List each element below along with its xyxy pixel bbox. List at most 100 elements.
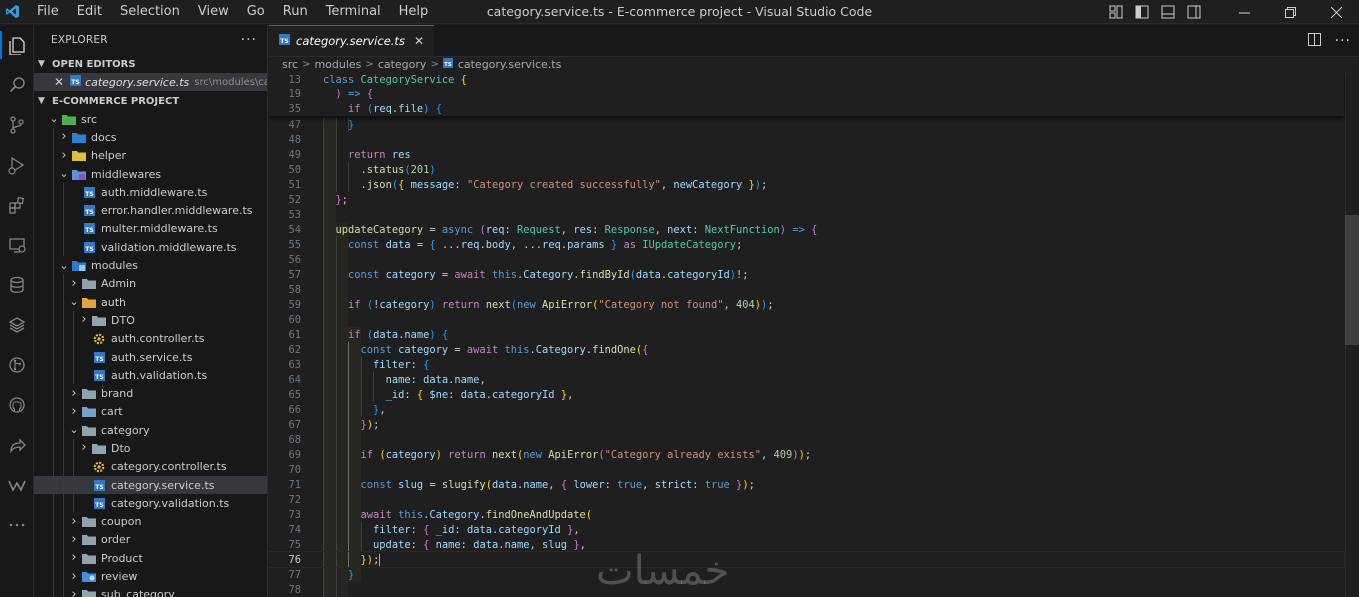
folder-coupon[interactable]: › coupon bbox=[34, 512, 267, 531]
code-editor[interactable]: 13 class CategoryService {19 ) => {35 if … bbox=[269, 72, 1359, 597]
folder-review[interactable]: › review bbox=[34, 567, 267, 586]
git-graph-icon[interactable] bbox=[0, 345, 34, 385]
folder-sub-category[interactable]: › sub_category bbox=[34, 585, 267, 597]
menu-edit[interactable]: Edit bbox=[68, 0, 111, 24]
minimize-icon[interactable] bbox=[1221, 0, 1267, 24]
code-line[interactable]: 13 class CategoryService { bbox=[269, 72, 1344, 87]
more-actions-icon[interactable]: ··· bbox=[241, 32, 257, 48]
folder-admin[interactable]: › Admin bbox=[34, 274, 267, 293]
code-line[interactable]: 61 if (data.name) { bbox=[269, 327, 1344, 342]
code-line[interactable]: 52 }; bbox=[269, 192, 1344, 207]
file-category-controller-ts[interactable]: category.controller.ts bbox=[34, 457, 267, 476]
code-line[interactable]: 76 }); bbox=[269, 551, 1345, 568]
menu-selection[interactable]: Selection bbox=[111, 0, 189, 24]
folder-helper[interactable]: › helper bbox=[34, 146, 267, 165]
menu-help[interactable]: Help bbox=[390, 0, 438, 24]
toggle-panel-icon[interactable] bbox=[1155, 0, 1181, 24]
close-editor-icon[interactable]: ✕ bbox=[54, 75, 64, 89]
code-line[interactable]: 78 bbox=[269, 582, 1344, 597]
file-category-validation-ts[interactable]: TS category.validation.ts bbox=[34, 494, 267, 513]
toggle-secondary-sidebar-icon[interactable] bbox=[1181, 0, 1207, 24]
wakatime-icon[interactable] bbox=[0, 465, 34, 505]
explorer-icon[interactable] bbox=[0, 25, 34, 65]
folder-category[interactable]: ⌄ category bbox=[34, 421, 267, 440]
code-line[interactable]: 55 const data = { ...req.body, ...req.pa… bbox=[269, 237, 1344, 252]
code-line[interactable]: 71 const slug = slugify(data.name, { low… bbox=[269, 477, 1344, 492]
folder-docs[interactable]: › docs bbox=[34, 128, 267, 147]
code-line[interactable]: 50 .status(201) bbox=[269, 162, 1344, 177]
toggle-primary-sidebar-icon[interactable] bbox=[1129, 0, 1155, 24]
menu-file[interactable]: File bbox=[28, 0, 68, 24]
layers-icon[interactable] bbox=[0, 305, 34, 345]
menu-run[interactable]: Run bbox=[274, 0, 317, 24]
more-icon[interactable] bbox=[0, 505, 34, 545]
run-debug-icon[interactable] bbox=[0, 145, 34, 185]
code-line[interactable]: 63 filter: { bbox=[269, 357, 1344, 372]
code-line[interactable]: 19 ) => { bbox=[269, 87, 1344, 102]
menu-go[interactable]: Go bbox=[238, 0, 274, 24]
folder-modules[interactable]: ⌄ modules bbox=[34, 256, 267, 275]
folder-product[interactable]: › Product bbox=[34, 549, 267, 568]
scrollbar-thumb[interactable] bbox=[1345, 215, 1359, 345]
code-line[interactable]: 54 updateCategory = async (req: Request,… bbox=[269, 222, 1344, 237]
remote-explorer-icon[interactable] bbox=[0, 225, 34, 265]
folder-cart[interactable]: › cart bbox=[34, 402, 267, 422]
file-auth-controller-ts[interactable]: auth.controller.ts bbox=[34, 329, 267, 348]
live-share-icon[interactable] bbox=[0, 425, 34, 465]
code-line[interactable]: 69 if (category) return next(new ApiErro… bbox=[269, 447, 1344, 462]
restore-icon[interactable] bbox=[1267, 0, 1313, 24]
code-line[interactable]: 35 if (req.file) { bbox=[269, 101, 1344, 116]
code-line[interactable]: 51 .json({ message: "Category created su… bbox=[269, 177, 1344, 192]
file-multer-middleware-ts[interactable]: TS multer.middleware.ts bbox=[34, 219, 267, 239]
breadcrumb-item[interactable]: modules bbox=[314, 58, 361, 71]
code-line[interactable]: 60 bbox=[269, 312, 1344, 327]
customize-layout-icon[interactable] bbox=[1103, 0, 1129, 24]
code-line[interactable]: 53 bbox=[269, 207, 1344, 222]
code-line[interactable]: 49 return res bbox=[269, 147, 1344, 162]
code-line[interactable]: 56 bbox=[269, 252, 1344, 267]
split-editor-icon[interactable] bbox=[1307, 32, 1321, 50]
more-actions-icon[interactable]: ··· bbox=[1335, 33, 1351, 49]
project-section[interactable]: ▼ E-COMMERCE PROJECT bbox=[34, 92, 267, 110]
code-line[interactable]: 73 await this.Category.findOneAndUpdate( bbox=[269, 507, 1344, 522]
folder-dto[interactable]: › DTO bbox=[34, 311, 267, 330]
open-editor-item[interactable]: ✕ TS category.service.ts src\modules\cat… bbox=[34, 73, 267, 91]
folder-dto[interactable]: › Dto bbox=[34, 439, 267, 458]
search-icon[interactable] bbox=[0, 65, 34, 105]
breadcrumb-item[interactable]: category bbox=[378, 58, 427, 71]
code-line[interactable]: 64 name: data.name, bbox=[269, 372, 1344, 387]
file-auth-validation-ts[interactable]: TS auth.validation.ts bbox=[34, 366, 267, 385]
folder-order[interactable]: › order bbox=[34, 530, 267, 550]
code-line[interactable]: 77 } bbox=[269, 567, 1344, 582]
file-auth-middleware-ts[interactable]: TS auth.middleware.ts bbox=[34, 183, 267, 202]
file-error-handler-middleware-ts[interactable]: TS error.handler.middleware.ts bbox=[34, 201, 267, 220]
folder-src[interactable]: ⌄ src bbox=[34, 110, 267, 128]
file-auth-service-ts[interactable]: TS auth.service.ts bbox=[34, 347, 267, 367]
code-line[interactable]: 48 bbox=[269, 132, 1344, 147]
folder-brand[interactable]: › brand bbox=[34, 384, 267, 403]
close-tab-icon[interactable]: ✕ bbox=[414, 34, 424, 48]
breadcrumb-item[interactable]: category.service.ts bbox=[458, 58, 562, 71]
folder-middlewares[interactable]: ⌄ middlewares bbox=[34, 164, 267, 184]
editor-scrollbar[interactable] bbox=[1345, 72, 1359, 597]
tab-category-service[interactable]: TS category.service.ts ✕ bbox=[269, 25, 434, 56]
code-line[interactable]: 66 }, bbox=[269, 402, 1344, 417]
code-line[interactable]: 58 bbox=[269, 282, 1344, 297]
code-line[interactable]: 74 filter: { _id: data.categoryId }, bbox=[269, 522, 1344, 537]
close-window-icon[interactable] bbox=[1313, 0, 1359, 24]
code-line[interactable]: 65 _id: { $ne: data.categoryId }, bbox=[269, 387, 1344, 402]
extensions-icon[interactable] bbox=[0, 185, 34, 225]
folder-auth[interactable]: ⌄ auth bbox=[34, 292, 267, 312]
code-line[interactable]: 75 update: { name: data.name, slug }, bbox=[269, 537, 1344, 552]
source-control-icon[interactable] bbox=[0, 105, 34, 145]
code-line[interactable]: 47 } bbox=[269, 117, 1344, 132]
menu-view[interactable]: View bbox=[189, 0, 238, 24]
file-validation-middleware-ts[interactable]: TS validation.middleware.ts bbox=[34, 238, 267, 257]
menu-terminal[interactable]: Terminal bbox=[317, 0, 390, 24]
code-line[interactable]: 68 bbox=[269, 432, 1344, 447]
code-line[interactable]: 57 const category = await this.Category.… bbox=[269, 267, 1344, 282]
database-icon[interactable] bbox=[0, 265, 34, 305]
github-icon[interactable] bbox=[0, 385, 34, 425]
code-line[interactable]: 62 const category = await this.Category.… bbox=[269, 342, 1344, 357]
open-editors-section[interactable]: ▼ OPEN EDITORS bbox=[34, 55, 267, 73]
